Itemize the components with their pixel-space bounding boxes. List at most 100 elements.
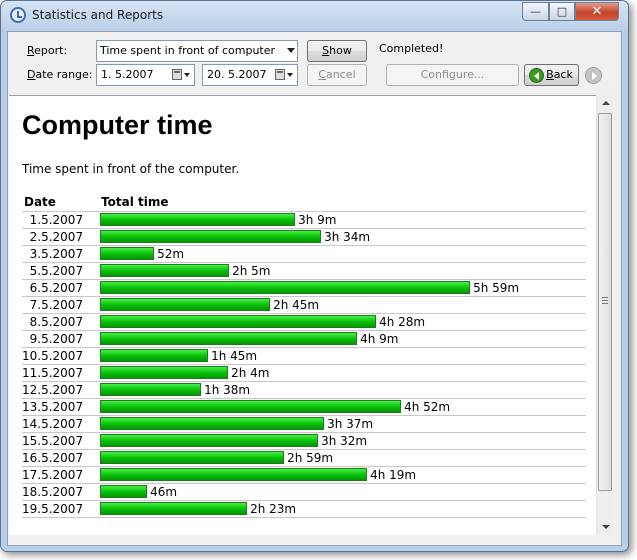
time-label: 2h 59m	[287, 450, 334, 465]
row-total-time: 4h 19m	[100, 465, 586, 483]
table-row: 8.5.2007 4h 28m	[22, 312, 586, 330]
table-row: 15.5.2007 3h 32m	[22, 431, 586, 449]
time-label: 5h 59m	[473, 280, 520, 295]
time-bar	[100, 400, 402, 413]
row-total-time: 4h 9m	[100, 329, 586, 347]
row-total-time: 1h 38m	[100, 380, 586, 398]
chevron-down-icon	[287, 48, 295, 53]
time-label: 2h 4m	[231, 365, 270, 380]
window-title: Statistics and Reports	[32, 8, 164, 22]
time-label: 3h 9m	[298, 212, 337, 227]
time-label: 2h 45m	[273, 297, 320, 312]
column-header-date: Date	[24, 195, 56, 210]
scroll-up-arrow-icon[interactable]	[602, 101, 610, 105]
scrollbar-thumb[interactable]	[598, 113, 612, 491]
close-button[interactable]: ✕	[575, 2, 619, 21]
row-total-time: 1h 45m	[100, 346, 586, 364]
status-text: Completed!	[379, 42, 444, 55]
time-bar	[100, 502, 248, 515]
row-date: 3.5.2007	[22, 244, 101, 262]
time-bar	[100, 468, 368, 481]
report-title: Computer time	[22, 110, 213, 140]
row-total-time: 2h 23m	[100, 499, 586, 518]
forward-button[interactable]	[585, 67, 602, 84]
row-date: 19.5.2007	[22, 499, 101, 518]
title-bar[interactable]: Statistics and Reports — □ ✕	[1, 1, 628, 31]
table-row: 13.5.2007 4h 52m	[22, 397, 586, 415]
minimize-button[interactable]: —	[522, 2, 549, 21]
table-row: 2.5.2007 3h 34m	[22, 227, 586, 245]
time-label: 4h 9m	[360, 331, 399, 346]
row-total-time: 3h 34m	[100, 227, 586, 245]
date-from-picker[interactable]: 1. 5.2007	[96, 64, 195, 86]
row-date: 15.5.2007	[22, 431, 101, 449]
date-range-label: Date range:	[27, 68, 93, 81]
row-date: 17.5.2007	[22, 465, 101, 483]
table-row: 7.5.2007 2h 45m	[22, 295, 586, 313]
vertical-scrollbar[interactable]	[596, 95, 613, 535]
report-select-value: Time spent in front of computer	[100, 44, 276, 57]
time-label: 52m	[157, 246, 185, 261]
row-date: 1.5.2007	[22, 210, 101, 228]
column-header-total-time: Total time	[101, 195, 169, 210]
table-row: 3.5.2007 52m	[22, 244, 586, 262]
table-body: 1.5.2007 3h 9m 2.5.2007 3h 34m 3.5.2007 52m 5.…	[22, 210, 586, 518]
row-total-time: 2h 4m	[100, 363, 586, 381]
back-arrow-icon	[529, 68, 544, 83]
scroll-down-arrow-icon[interactable]	[602, 525, 610, 529]
time-bar	[100, 264, 230, 277]
calendar-dropdown[interactable]	[275, 69, 293, 81]
time-label: 2h 23m	[250, 501, 297, 516]
time-bar	[100, 349, 209, 362]
report-subtitle: Time spent in front of the computer.	[22, 162, 240, 176]
row-date: 16.5.2007	[22, 448, 101, 466]
back-button[interactable]: Back	[524, 64, 579, 86]
row-total-time: 2h 45m	[100, 295, 586, 313]
row-total-time: 52m	[100, 244, 586, 262]
configure-button[interactable]: Configure...	[386, 64, 519, 86]
table-row: 1.5.2007 3h 9m	[22, 210, 586, 228]
time-label: 3h 34m	[324, 229, 371, 244]
date-to-picker[interactable]: 20. 5.2007	[202, 64, 298, 86]
row-date: 13.5.2007	[22, 397, 101, 415]
row-total-time: 4h 52m	[100, 397, 586, 415]
row-total-time: 3h 9m	[100, 210, 586, 228]
time-label: 4h 28m	[379, 314, 426, 329]
time-table: Date Total time 1.5.2007 3h 9m 2.5.2007 3h …	[22, 194, 586, 518]
time-bar	[100, 451, 285, 464]
time-label: 3h 32m	[321, 433, 368, 448]
row-total-time: 3h 37m	[100, 414, 586, 432]
time-bar	[100, 281, 471, 294]
table-row: 9.5.2007 4h 9m	[22, 329, 586, 347]
table-row: 18.5.2007 46m	[22, 482, 586, 500]
chevron-down-icon	[184, 73, 190, 77]
cancel-button[interactable]: Cancel	[307, 64, 367, 86]
time-label: 4h 19m	[370, 467, 417, 482]
time-label: 1h 38m	[204, 382, 251, 397]
time-bar	[100, 213, 296, 226]
row-total-time: 3h 32m	[100, 431, 586, 449]
time-bar	[100, 230, 322, 243]
time-bar	[100, 315, 377, 328]
time-bar	[100, 485, 148, 498]
row-date: 11.5.2007	[22, 363, 101, 381]
table-row: 14.5.2007 3h 37m	[22, 414, 586, 432]
row-date: 6.5.2007	[22, 278, 101, 296]
grip-icon	[602, 297, 608, 304]
clock-icon	[10, 7, 26, 23]
time-label: 2h 5m	[232, 263, 271, 278]
table-row: 10.5.2007 1h 45m	[22, 346, 586, 364]
report-select[interactable]: Time spent in front of computer	[96, 40, 298, 62]
table-row: 19.5.2007 2h 23m	[22, 499, 586, 518]
table-row: 16.5.2007 2h 59m	[22, 448, 586, 466]
time-label: 4h 52m	[404, 399, 451, 414]
show-button[interactable]: Show	[307, 40, 367, 62]
table-row: 11.5.2007 2h 4m	[22, 363, 586, 381]
maximize-button[interactable]: □	[549, 2, 575, 21]
time-label: 3h 37m	[327, 416, 374, 431]
report-view: Computer time Time spent in front of the…	[9, 95, 610, 535]
calendar-dropdown[interactable]	[172, 69, 190, 81]
table-row: 6.5.2007 5h 59m	[22, 278, 586, 296]
calendar-icon	[172, 69, 182, 80]
time-bar	[100, 417, 325, 430]
